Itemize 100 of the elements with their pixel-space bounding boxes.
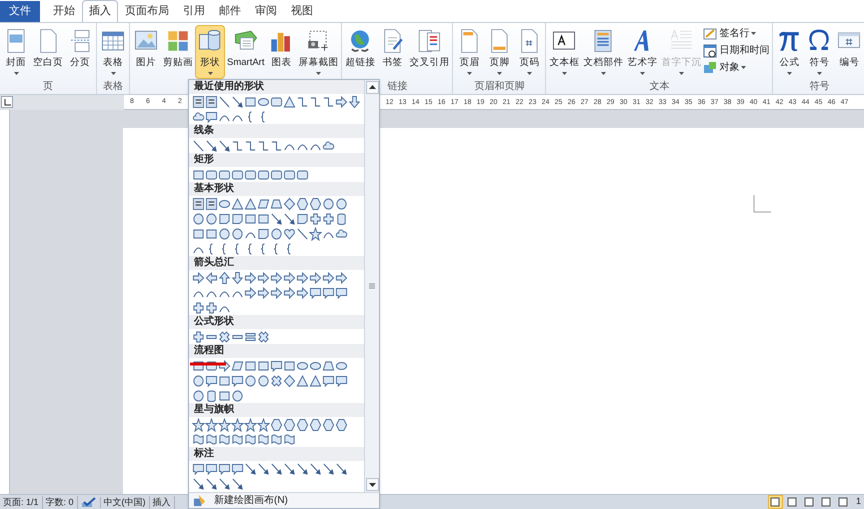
ribbon-button[interactable]: SmartArt [225, 25, 266, 79]
shape-option-icon[interactable] [257, 462, 270, 476]
dropdown-caret-icon [496, 72, 502, 75]
shape-option-icon[interactable] [218, 138, 231, 152]
page-view-icon [804, 497, 814, 507]
shape-option-icon[interactable] [309, 462, 322, 476]
shape-option-icon[interactable] [192, 138, 205, 152]
shape-option-icon[interactable] [309, 94, 322, 108]
shape-option-icon[interactable] [205, 138, 218, 152]
ribbon-button[interactable]: 页眉 [454, 25, 484, 79]
ribbon-tab[interactable]: 审阅 [248, 1, 284, 22]
shape-option-icon[interactable] [231, 94, 244, 108]
shape-option-icon[interactable] [231, 138, 244, 152]
small-ribbon-button[interactable]: 日期和时间 [703, 43, 772, 58]
ribbon-tab[interactable]: 页面布局 [118, 1, 176, 22]
shape-option-icon[interactable] [283, 462, 296, 476]
group-label: 表格 [103, 80, 123, 94]
small-ribbon-button[interactable]: 签名行 [703, 26, 772, 41]
new-canvas-menu-item[interactable]: 新建绘图画布(N) [189, 492, 379, 508]
section-header: 星与旗帜 [194, 403, 234, 417]
dropdown-caret-icon [316, 72, 321, 75]
scrollbar[interactable] [364, 80, 379, 492]
shape-option-icon[interactable] [205, 94, 218, 108]
group-label: 文本 [649, 80, 670, 94]
section-header: 最近使用的形状 [194, 80, 264, 94]
ribbon-button[interactable]: 剪贴画 [161, 25, 195, 79]
object-icon [703, 60, 718, 74]
shape-option-icon[interactable] [192, 196, 205, 210]
tab-selector-icon[interactable] [1, 96, 13, 108]
shape-option-icon[interactable] [270, 462, 283, 476]
shape-option-icon[interactable] [270, 212, 283, 226]
ribbon-button[interactable]: 封面 [1, 25, 31, 79]
ribbon-button[interactable]: 表格 [98, 25, 128, 79]
ribbon-button[interactable]: 编号 [834, 25, 864, 79]
ribbon-tab[interactable]: 插入 [82, 0, 118, 22]
status-item[interactable]: 插入 [150, 496, 175, 508]
ribbon-button[interactable]: 屏幕截图 [296, 25, 340, 79]
ribbon-button[interactable]: 页脚 [484, 25, 514, 79]
shape-option-icon[interactable] [335, 462, 348, 476]
section-header: 基本形状 [194, 182, 234, 196]
ribbon-tab[interactable]: 文件 [0, 1, 40, 22]
shape-option-icon[interactable] [296, 94, 309, 108]
section-header: 公式形状 [194, 315, 234, 329]
ribbon-button[interactable]: 文档部件 [581, 25, 626, 79]
proofing-check-icon[interactable] [80, 496, 97, 508]
status-item[interactable]: 页面: 1/1 [0, 496, 43, 508]
shape-option-icon[interactable] [283, 212, 296, 226]
shape-option-icon[interactable] [205, 196, 218, 210]
shape-option-icon[interactable] [218, 476, 231, 490]
ribbon-button[interactable]: 文本框 [547, 25, 582, 79]
dropdown-caret-icon [208, 72, 212, 75]
section-header: 线条 [194, 124, 214, 138]
shape-option-icon[interactable] [257, 138, 270, 152]
shape-option-icon[interactable] [231, 476, 244, 490]
group-label: 符号 [809, 80, 830, 94]
zoom-level[interactable]: 1 [852, 495, 864, 509]
ribbon-button[interactable]: 分页 [65, 25, 95, 79]
shape-option-icon[interactable] [244, 462, 257, 476]
dropdown-caret-icon [751, 32, 756, 35]
ribbon-button[interactable]: 书签 [377, 25, 408, 79]
view-button[interactable] [768, 495, 783, 509]
shape-option-icon[interactable] [322, 462, 335, 476]
scroll-up-icon[interactable] [366, 81, 378, 94]
shape-option-icon[interactable] [270, 138, 283, 152]
ribbon-button[interactable]: 形状 [195, 25, 225, 79]
ribbon-button[interactable]: 页码 [514, 25, 544, 79]
ribbon-tab[interactable]: 开始 [46, 1, 82, 22]
canvas-icon [193, 494, 206, 507]
ribbon-button[interactable]: 空白页 [31, 25, 65, 79]
cross-reference-icon [416, 28, 442, 54]
page-view-icon [787, 497, 798, 507]
shape-option-icon[interactable] [296, 226, 309, 240]
dropdown-caret-icon [562, 72, 567, 75]
ribbon-button[interactable]: 公式 [774, 25, 804, 79]
shape-option-icon[interactable] [322, 94, 335, 108]
page-view-icon [821, 497, 832, 507]
shape-option-icon[interactable] [296, 462, 309, 476]
shape-option-icon[interactable] [218, 94, 231, 108]
ribbon-tab[interactable]: 邮件 [212, 1, 248, 22]
ribbon-button[interactable]: 符号 [804, 25, 834, 79]
ribbon-button[interactable]: 交叉引用 [407, 25, 452, 79]
shape-option-icon[interactable] [244, 138, 257, 152]
ribbon-tab[interactable]: 视图 [284, 1, 320, 22]
shape-option-icon[interactable] [205, 476, 218, 490]
status-item[interactable]: 中文(中国) [100, 496, 150, 508]
section-header: 流程图 [194, 344, 224, 358]
page-view-icon [770, 497, 780, 507]
ribbon-tab[interactable]: 引用 [176, 1, 212, 22]
dropdown-caret-icon [640, 72, 645, 75]
shape-option-icon[interactable] [192, 94, 205, 108]
ribbon-button[interactable]: 图片 [131, 25, 161, 79]
ribbon-button[interactable]: 图表 [266, 25, 296, 79]
scroll-down-icon[interactable] [366, 478, 378, 491]
ribbon-button[interactable]: 超链接 [343, 25, 378, 79]
shape-option-icon[interactable] [192, 476, 205, 490]
margin-corner-mark [753, 195, 771, 213]
small-ribbon-button[interactable]: 对象 [703, 60, 772, 75]
status-item[interactable]: 字数: 0 [42, 496, 78, 508]
ribbon-button[interactable]: 艺术字 [625, 25, 660, 79]
calendar-icon [703, 44, 718, 58]
